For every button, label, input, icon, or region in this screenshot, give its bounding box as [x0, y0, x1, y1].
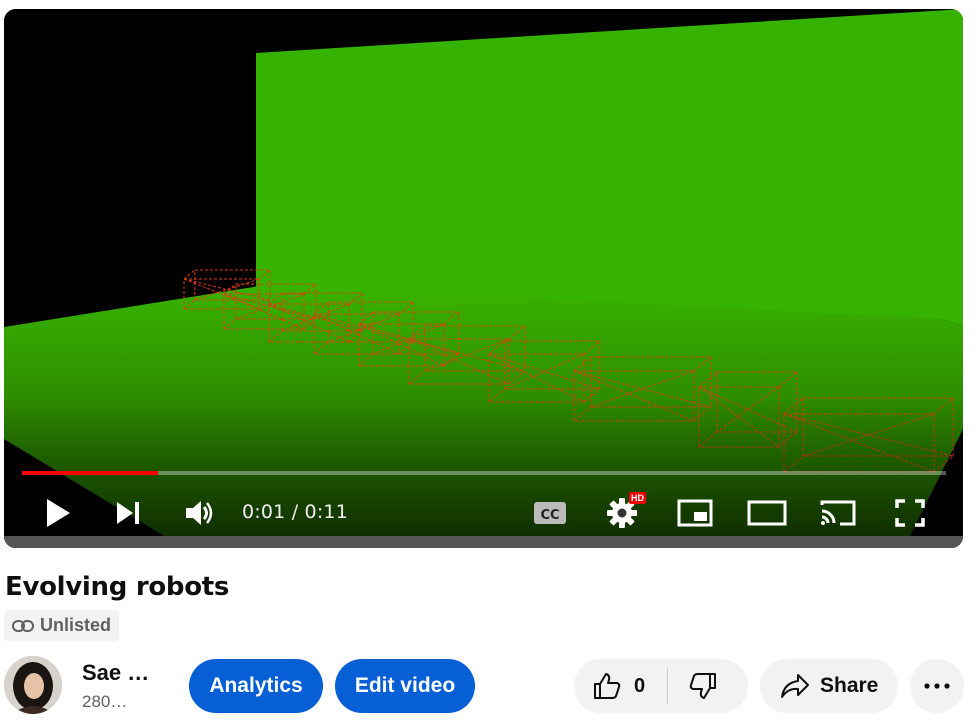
settings-button[interactable]: HD [604, 492, 646, 531]
miniplayer-button[interactable] [675, 495, 715, 531]
hd-badge: HD [629, 492, 646, 504]
share-button[interactable]: Share [760, 659, 898, 713]
progress-bar[interactable] [22, 471, 946, 475]
channel-name[interactable]: Sae … [82, 660, 149, 686]
edit-video-button[interactable]: Edit video [335, 659, 475, 713]
player-bottom-bar [4, 536, 963, 548]
captions-icon: CC [534, 502, 566, 524]
progress-played [22, 471, 158, 475]
share-icon [781, 674, 809, 698]
fullscreen-icon [895, 499, 925, 527]
dislike-button[interactable] [668, 659, 718, 713]
volume-icon [186, 501, 213, 525]
next-button[interactable] [110, 495, 146, 531]
volume-button[interactable] [180, 495, 220, 531]
svg-text:CC: CC [540, 508, 559, 523]
video-title: Evolving robots [5, 572, 230, 602]
video-frame[interactable] [4, 9, 963, 548]
theater-icon [747, 500, 787, 526]
share-label: Share [820, 674, 879, 697]
channel-avatar[interactable] [4, 656, 62, 714]
like-count: 0 [634, 674, 646, 697]
analytics-button[interactable]: Analytics [189, 659, 323, 713]
cast-button[interactable] [818, 495, 858, 531]
play-icon [47, 499, 70, 527]
link-icon [12, 619, 34, 632]
more-icon [924, 683, 950, 689]
miniplayer-icon [677, 499, 713, 527]
visibility-badge: Unlisted [4, 610, 120, 641]
play-button[interactable] [40, 495, 76, 531]
like-button[interactable]: 0 [574, 659, 645, 713]
subscriber-count: 280… [82, 692, 128, 711]
theater-mode-button[interactable] [745, 495, 789, 531]
more-actions-button[interactable] [910, 659, 964, 713]
visibility-label: Unlisted [40, 615, 112, 635]
next-icon [117, 502, 139, 524]
cast-icon [820, 500, 856, 526]
time-display: 0:01 / 0:11 [242, 501, 349, 523]
thumbs-up-icon [594, 673, 621, 699]
video-player[interactable]: 0:01 / 0:11 CC HD [4, 9, 963, 548]
thumbs-down-icon [689, 673, 717, 699]
captions-button[interactable]: CC [532, 495, 568, 531]
like-dislike-group: 0 [574, 659, 748, 713]
fullscreen-button[interactable] [890, 495, 930, 531]
